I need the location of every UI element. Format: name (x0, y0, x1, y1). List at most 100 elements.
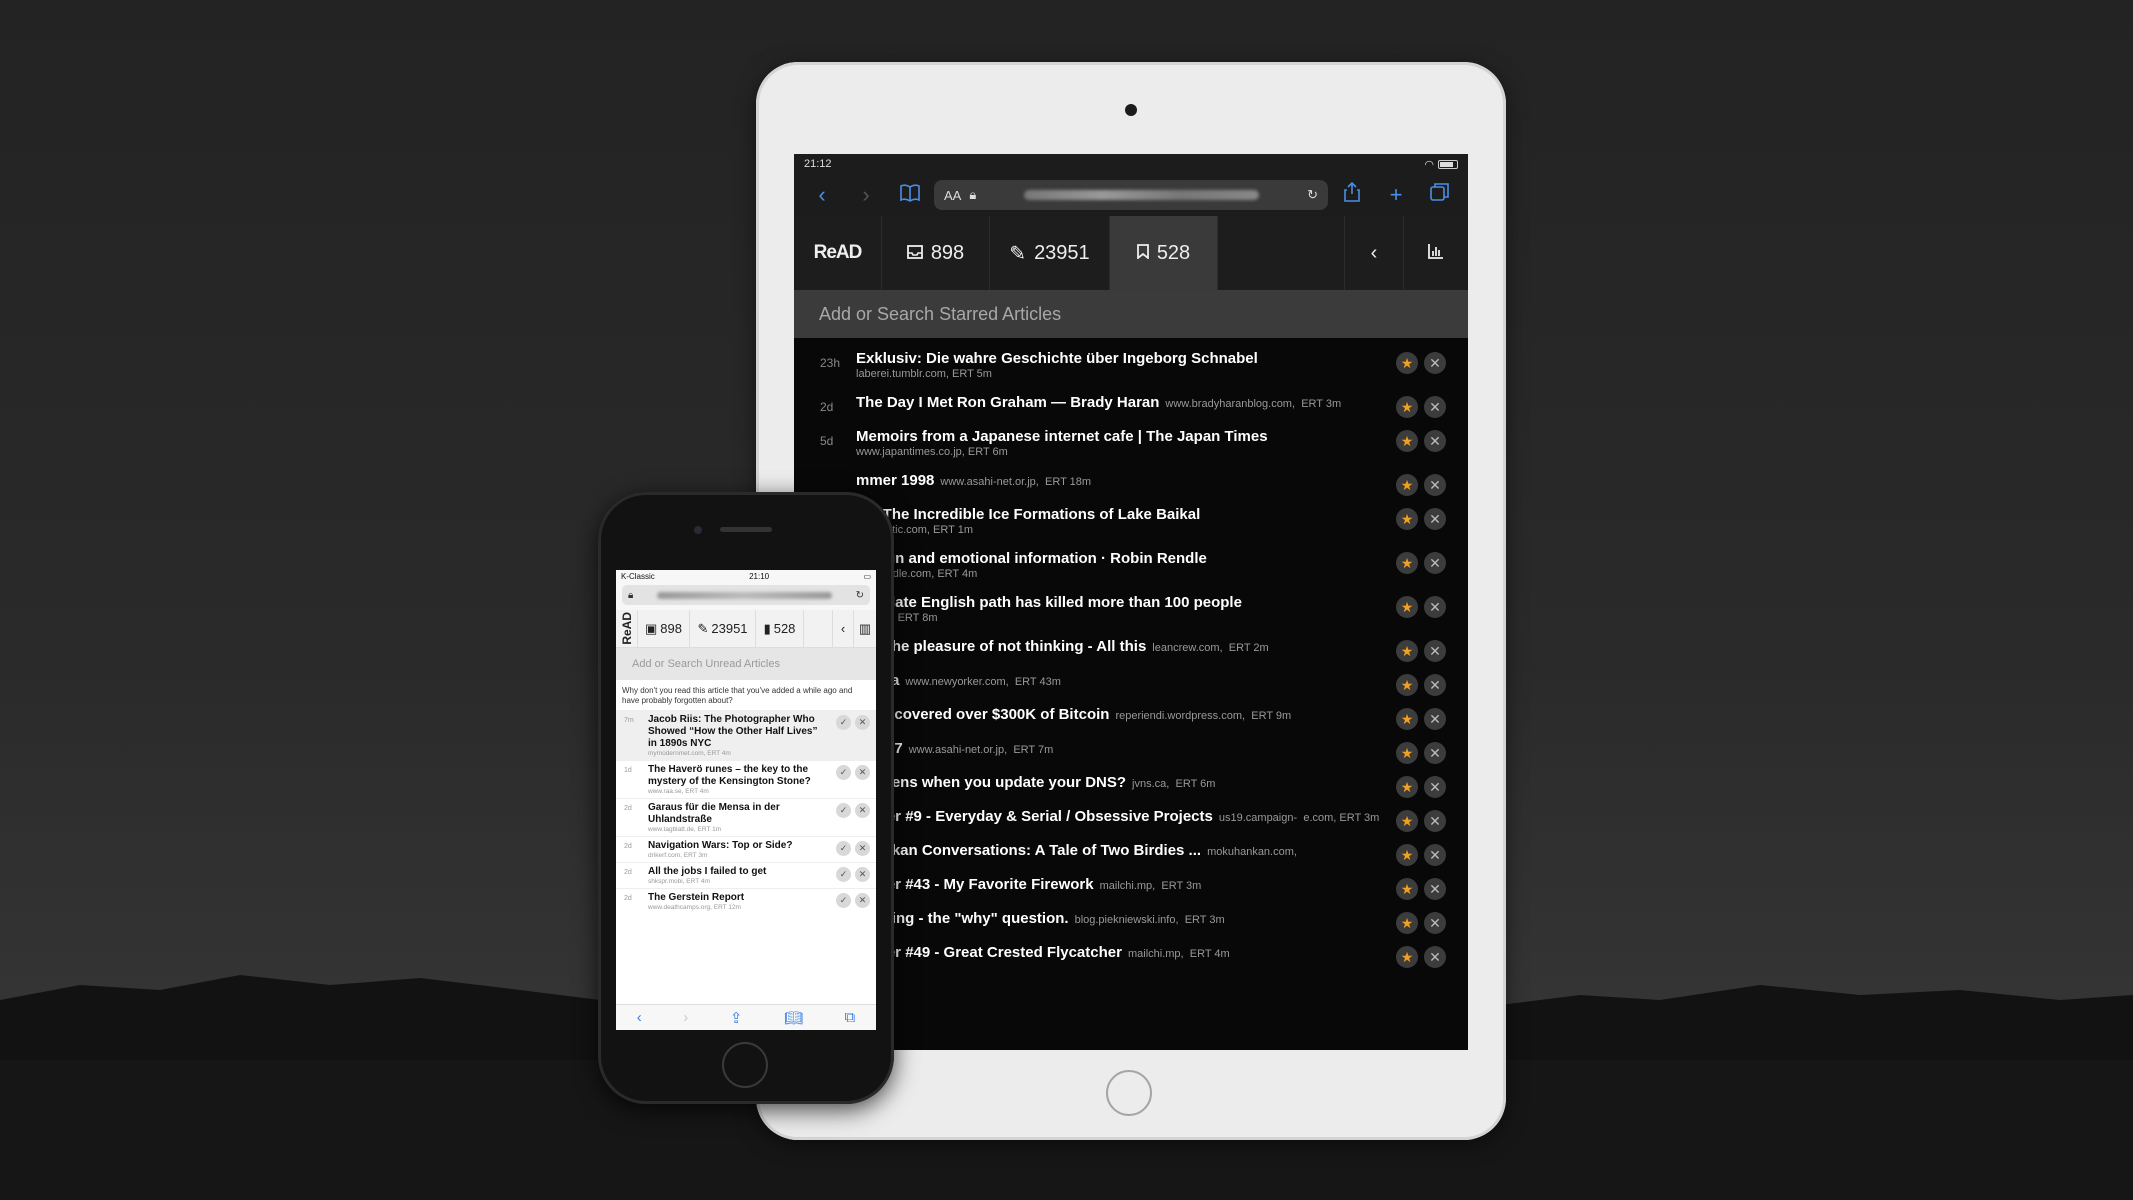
bookmarks-icon[interactable]: 📖︎ (784, 1009, 803, 1027)
article-row[interactable]: 2d Navigation Wars: Top or Side? drikerf.c… (616, 836, 876, 862)
article-title[interactable]: we recovered over $300K of Bitcoin reperi… (856, 706, 1388, 723)
close-icon[interactable]: ✕ (855, 803, 870, 818)
article-row[interactable]: 2d Garaus für die Mensa in der Uhlandstra… (616, 798, 876, 836)
read-logo[interactable]: ReAD (616, 610, 638, 647)
close-icon[interactable]: ✕ (1424, 742, 1446, 764)
collapse-button[interactable]: ‹ (1344, 216, 1404, 290)
article-title[interactable]: and the pleasure of not thinking - All t… (856, 638, 1388, 655)
star-icon[interactable]: ★ (1396, 810, 1418, 832)
tab-archive[interactable]: ✎ 23951 (690, 610, 756, 647)
close-icon[interactable]: ✕ (855, 893, 870, 908)
ipad-home-button[interactable] (1106, 1070, 1152, 1116)
tab-starred[interactable]: ▮ 528 (756, 610, 804, 647)
article-title[interactable]: g 1997www.asahi-net.or.jp, ERT 7m (856, 740, 1388, 757)
article-row[interactable]: and the pleasure of not thinking - All t… (794, 630, 1468, 664)
close-icon[interactable]: ✕ (1424, 640, 1446, 662)
close-icon[interactable]: ✕ (1424, 674, 1446, 696)
star-icon[interactable]: ★ (1396, 596, 1418, 618)
tab-archive[interactable]: ✎ 23951 (990, 216, 1110, 290)
article-row[interactable]: 7m Jacob Riis: The Photographer Who Showe… (616, 710, 876, 760)
back-arrow-icon[interactable]: ‹ (637, 1009, 642, 1026)
article-title[interactable]: Navigation Wars: Top or Side? (648, 840, 824, 852)
close-icon[interactable]: ✕ (1424, 912, 1446, 934)
article-title[interactable]: The Haverö runes – the key to the myster… (648, 764, 824, 788)
close-icon[interactable]: ✕ (1424, 776, 1446, 798)
article-title[interactable]: The Gerstein Report (648, 892, 824, 904)
close-icon[interactable]: ✕ (1424, 596, 1446, 618)
close-icon[interactable]: ✕ (855, 867, 870, 882)
close-icon[interactable]: ✕ (1424, 474, 1446, 496)
article-title[interactable]: Memoirs from a Japanese internet cafe | … (856, 428, 1388, 445)
close-icon[interactable]: ✕ (1424, 810, 1446, 832)
star-icon[interactable]: ★ (1396, 396, 1418, 418)
article-title[interactable]: Exklusiv: Die wahre Geschichte über Inge… (856, 350, 1388, 367)
close-icon[interactable]: ✕ (1424, 552, 1446, 574)
url-bar[interactable]: 🔒︎ ↻ (622, 585, 870, 605)
close-icon[interactable]: ✕ (1424, 352, 1446, 374)
close-icon[interactable]: ✕ (855, 765, 870, 780)
star-icon[interactable]: ★ (1396, 640, 1418, 662)
article-row[interactable]: 5d Memoirs from a Japanese internet cafe … (794, 420, 1468, 464)
star-icon[interactable]: ★ (1396, 474, 1418, 496)
article-title[interactable]: sletter #43 - My Favorite Firework mailch… (856, 876, 1388, 893)
tab-starred[interactable]: 528 (1110, 216, 1218, 290)
back-arrow-icon[interactable]: ‹ (802, 182, 842, 208)
star-icon[interactable]: ★ (1396, 844, 1418, 866)
collapse-button[interactable]: ‹ (832, 610, 854, 647)
article-row[interactable]: happens when you update your DNS? jvns.ca… (794, 766, 1468, 800)
article-row[interactable]: uhankan Conversations: A Tale of Two Bir… (794, 834, 1468, 868)
star-icon[interactable]: ★ (1396, 878, 1418, 900)
check-icon[interactable]: ✓ (836, 765, 851, 780)
article-title[interactable]: sletter #49 - Great Crested Flycatcher ma… (856, 944, 1388, 961)
close-icon[interactable]: ✕ (1424, 708, 1446, 730)
new-tab-icon[interactable]: + (1376, 182, 1416, 208)
article-row[interactable]: desolate English path has killed more th… (794, 586, 1468, 630)
forward-arrow-icon[interactable]: › (846, 182, 886, 208)
article-title[interactable]: os: The Incredible Ice Formations of Lak… (856, 506, 1388, 523)
tabs-icon[interactable]: ⧉ (845, 1009, 856, 1026)
reader-text-size-button[interactable]: AA (944, 188, 961, 203)
close-icon[interactable]: ✕ (855, 715, 870, 730)
star-icon[interactable]: ★ (1396, 708, 1418, 730)
share-icon[interactable]: ⇪ (730, 1009, 743, 1027)
article-row[interactable]: sletter #43 - My Favorite Firework mailch… (794, 868, 1468, 902)
close-icon[interactable]: ✕ (1424, 844, 1446, 866)
article-row[interactable]: learning - the "why" question. blog.piekn… (794, 902, 1468, 936)
check-icon[interactable]: ✓ (836, 715, 851, 730)
article-title[interactable]: sletter #9 - Everyday & Serial / Obsessi… (856, 808, 1388, 825)
tab-unread[interactable]: ▣ 898 (638, 610, 690, 647)
check-icon[interactable]: ✓ (836, 867, 851, 882)
article-row[interactable]: 2d The Gerstein Report www.deathcamps.org,… (616, 888, 876, 914)
close-icon[interactable]: ✕ (1424, 430, 1446, 452)
star-icon[interactable]: ★ (1396, 742, 1418, 764)
article-title[interactable]: desolate English path has killed more th… (856, 594, 1388, 611)
article-row[interactable]: 1d The Haverö runes – the key to the myst… (616, 760, 876, 798)
article-row[interactable]: shimawww.newyorker.com, ERT 43m ★ ✕ (794, 664, 1468, 698)
tabs-icon[interactable] (1420, 182, 1460, 208)
article-row[interactable]: g 1997www.asahi-net.or.jp, ERT 7m ★ ✕ (794, 732, 1468, 766)
star-icon[interactable]: ★ (1396, 776, 1418, 798)
star-icon[interactable]: ★ (1396, 674, 1418, 696)
article-title[interactable]: design and emotional information · Robin… (856, 550, 1388, 567)
reload-icon[interactable]: ↻ (856, 590, 864, 601)
article-row[interactable]: we recovered over $300K of Bitcoin reperi… (794, 698, 1468, 732)
article-row[interactable]: mmer 1998 www.asahi-net.or.jp, ERT 18m ★ ✕ (794, 464, 1468, 498)
share-icon[interactable] (1332, 181, 1372, 208)
article-title[interactable]: happens when you update your DNS? jvns.ca… (856, 774, 1388, 791)
close-icon[interactable]: ✕ (1424, 878, 1446, 900)
check-icon[interactable]: ✓ (836, 841, 851, 856)
article-title[interactable]: shimawww.newyorker.com, ERT 43m (856, 672, 1388, 689)
star-icon[interactable]: ★ (1396, 352, 1418, 374)
article-title[interactable]: The Day I Met Ron Graham — Brady Haran ww… (856, 394, 1388, 411)
search-input[interactable]: Add or Search Starred Articles (794, 290, 1468, 338)
url-bar[interactable]: AA 🔒︎ ↻ (934, 180, 1328, 210)
check-icon[interactable]: ✓ (836, 803, 851, 818)
article-row[interactable]: sletter #9 - Everyday & Serial / Obsessi… (794, 800, 1468, 834)
article-title[interactable]: uhankan Conversations: A Tale of Two Bir… (856, 842, 1388, 859)
check-icon[interactable]: ✓ (836, 893, 851, 908)
article-row[interactable]: sletter #49 - Great Crested Flycatcher ma… (794, 936, 1468, 970)
search-input[interactable]: Add or Search Unread Articles (616, 648, 876, 680)
article-row[interactable]: 2d All the jobs I failed to get shkspr.mob… (616, 862, 876, 888)
article-row[interactable]: os: The Incredible Ice Formations of Lak… (794, 498, 1468, 542)
star-icon[interactable]: ★ (1396, 430, 1418, 452)
